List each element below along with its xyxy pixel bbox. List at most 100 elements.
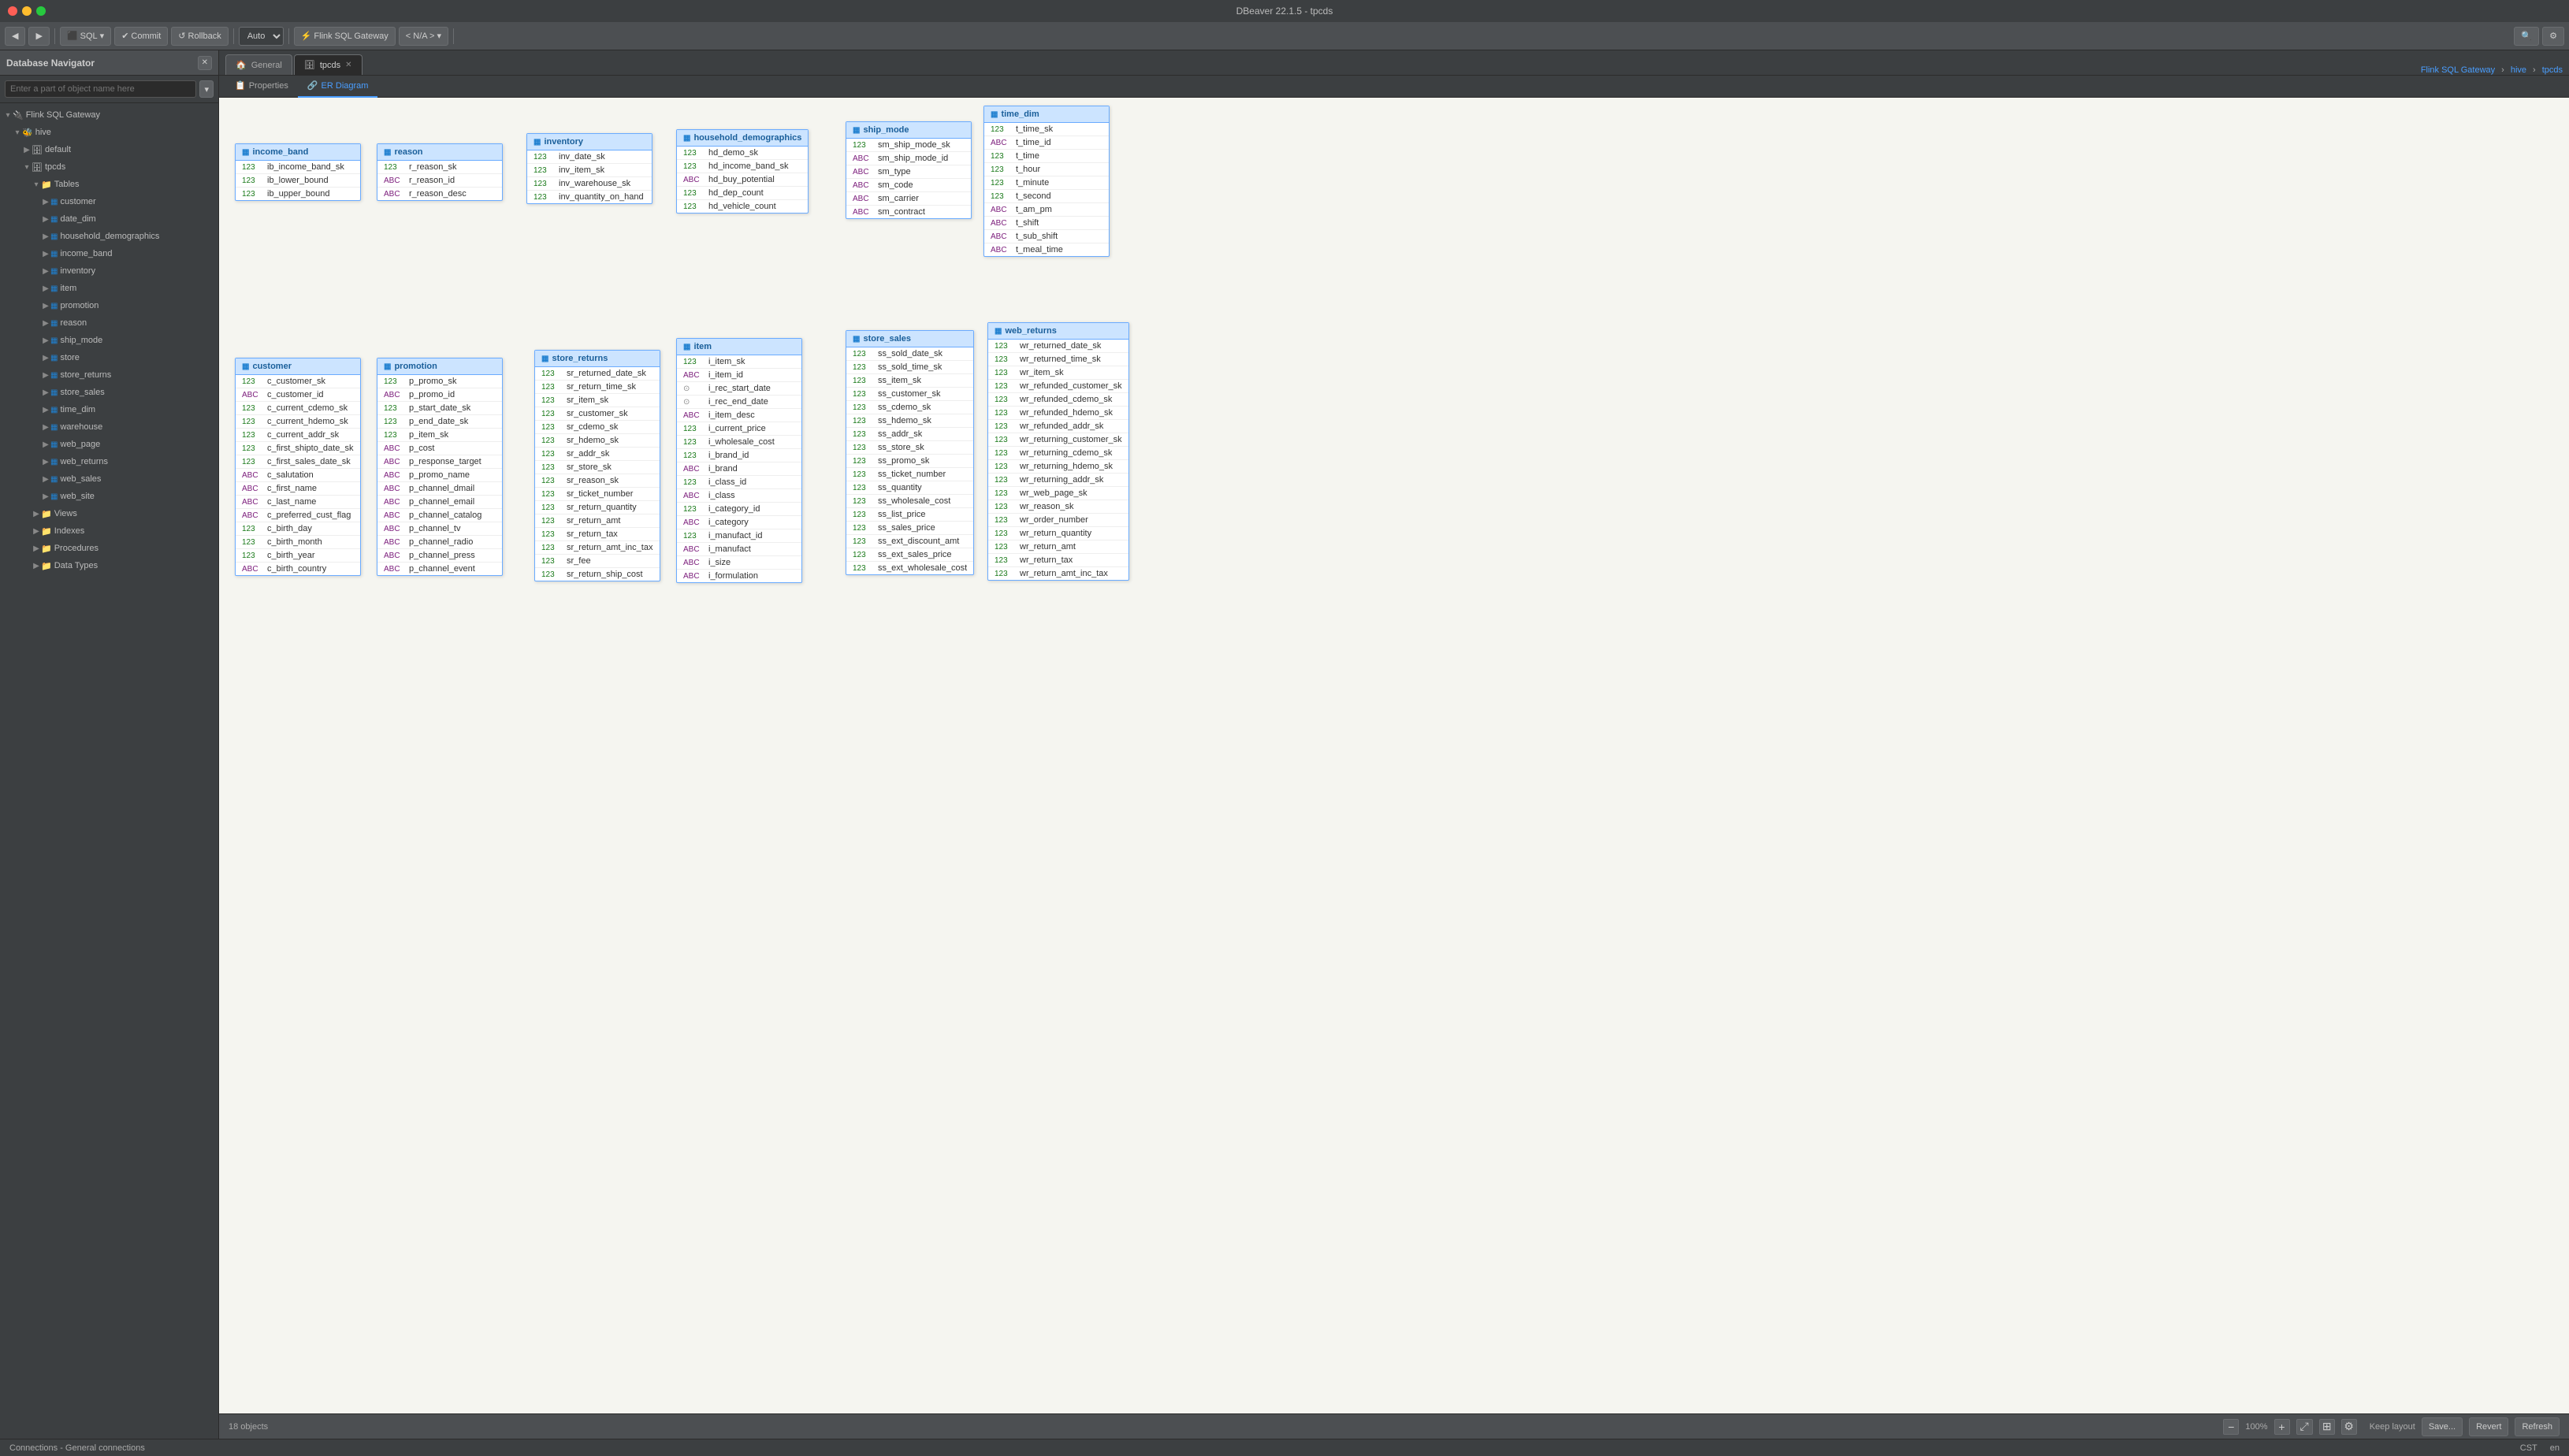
sidebar-item-web_returns[interactable]: ▶▦web_returns: [0, 453, 218, 470]
er-diagram-area[interactable]: ▦ income_band 123 ib_income_band_sk 123 …: [219, 98, 2569, 1413]
tab-general-icon: 🏠: [236, 60, 247, 70]
table-header-icon: ▦: [995, 327, 1002, 336]
lang-label: en: [2550, 1443, 2560, 1453]
col-type-hd_dep_count: 123: [683, 189, 705, 198]
zoom-out-button[interactable]: −: [2223, 1419, 2239, 1435]
sub-tab-er-diagram[interactable]: 🔗 ER Diagram: [298, 76, 378, 98]
er-table-reason[interactable]: ▦ reason 123 r_reason_sk ABC r_reason_id…: [377, 143, 503, 201]
sidebar-item-store_returns[interactable]: ▶▦store_returns: [0, 366, 218, 384]
er-table-income_band[interactable]: ▦ income_band 123 ib_income_band_sk 123 …: [235, 143, 361, 201]
tab-tpcds-close[interactable]: ✕: [345, 61, 351, 69]
breadcrumb-sep1: ›: [2501, 65, 2504, 75]
sidebar-item-store[interactable]: ▶▦store: [0, 349, 218, 366]
col-name-t_minute: t_minute: [1016, 178, 1049, 188]
col-name-sm_type: sm_type: [878, 167, 911, 176]
col-type-t_meal_time: ABC: [991, 246, 1013, 254]
search-input[interactable]: [5, 80, 196, 98]
er-table-store_sales[interactable]: ▦ store_sales 123 ss_sold_date_sk 123 ss…: [846, 330, 974, 575]
tree-item-indexes[interactable]: ▶ 📁 Indexes: [0, 522, 218, 540]
col-type-i_brand_id: 123: [683, 451, 705, 460]
maximize-button[interactable]: [36, 6, 46, 16]
col-name-c_birth_year: c_birth_year: [267, 551, 315, 560]
sidebar-item-item[interactable]: ▶▦item: [0, 280, 218, 297]
tree-item-flink[interactable]: ▾ 🔌 Flink SQL Gateway: [0, 106, 218, 124]
app-title: DBeaver 22.1.5 - tpcds: [1236, 6, 1333, 17]
minimize-button[interactable]: [22, 6, 32, 16]
revert-button[interactable]: Revert: [2469, 1417, 2508, 1436]
sidebar-close-button[interactable]: ✕: [198, 56, 212, 70]
tree-item-datatypes[interactable]: ▶ 📁 Data Types: [0, 557, 218, 574]
sql-button[interactable]: ⬛ SQL ▾: [60, 27, 111, 46]
sidebar-item-income_band[interactable]: ▶▦income_band: [0, 245, 218, 262]
sidebar-item-time_dim[interactable]: ▶▦time_dim: [0, 401, 218, 418]
sidebar-item-web_page[interactable]: ▶▦web_page: [0, 436, 218, 453]
col-type-wr_returning_cdemo_sk: 123: [995, 449, 1017, 458]
search-button[interactable]: 🔍: [2514, 27, 2539, 46]
sidebar-item-web_sales[interactable]: ▶▦web_sales: [0, 470, 218, 488]
er-col-c_birth_country: ABC c_birth_country: [236, 563, 360, 575]
database-icon2: 🗄: [32, 162, 43, 173]
tree-item-tpcds[interactable]: ▾ 🗄 tpcds: [0, 158, 218, 176]
er-table-household_demographics[interactable]: ▦ household_demographics 123 hd_demo_sk …: [676, 129, 809, 214]
col-name-sm_contract: sm_contract: [878, 207, 925, 217]
commit-button[interactable]: ✔ Commit: [114, 27, 168, 46]
sidebar-item-ship_mode[interactable]: ▶▦ship_mode: [0, 332, 218, 349]
col-name-c_preferred_cust_flag: c_preferred_cust_flag: [267, 511, 351, 520]
tree-arrow-tables: ▾: [32, 180, 41, 189]
tree-item-hive[interactable]: ▾ 🐝 hive: [0, 124, 218, 141]
er-table-web_returns[interactable]: ▦ web_returns 123 wr_returned_date_sk 12…: [987, 322, 1129, 581]
col-type-sr_returned_date_sk: 123: [541, 370, 563, 378]
settings-button[interactable]: ⚙: [2542, 27, 2564, 46]
col-type-wr_refunded_cdemo_sk: 123: [995, 396, 1017, 404]
col-name-wr_return_quantity: wr_return_quantity: [1020, 529, 1091, 538]
tab-general[interactable]: 🏠 General: [225, 54, 292, 75]
sidebar-item-household_demographics[interactable]: ▶▦household_demographics: [0, 228, 218, 245]
sidebar-item-promotion[interactable]: ▶▦promotion: [0, 297, 218, 314]
nav-forward-button[interactable]: ▶: [28, 27, 49, 46]
na-select-button[interactable]: < N/A > ▾: [399, 27, 448, 46]
col-name-ss_hdemo_sk: ss_hdemo_sk: [878, 416, 931, 425]
er-table-time_dim[interactable]: ▦ time_dim 123 t_time_sk ABC t_time_id 1…: [983, 106, 1110, 257]
close-button[interactable]: [8, 6, 17, 16]
tabs-bar: 🏠 General 🗄 tpcds ✕ Flink SQL Gateway › …: [219, 50, 2569, 76]
sidebar-item-store_sales[interactable]: ▶▦store_sales: [0, 384, 218, 401]
auto-commit-select[interactable]: Auto: [239, 27, 284, 46]
sidebar-item-warehouse[interactable]: ▶▦warehouse: [0, 418, 218, 436]
tree-item-views[interactable]: ▶ 📁 Views: [0, 505, 218, 522]
nav-back-button[interactable]: ◀: [5, 27, 25, 46]
col-name-c_birth_day: c_birth_day: [267, 524, 312, 533]
sub-tab-properties[interactable]: 📋 Properties: [225, 76, 298, 98]
tree-item-procedures[interactable]: ▶ 📁 Procedures: [0, 540, 218, 557]
er-col-wr_return_tax: 123 wr_return_tax: [988, 554, 1128, 567]
sidebar-item-inventory[interactable]: ▶▦inventory: [0, 262, 218, 280]
refresh-button[interactable]: Refresh: [2515, 1417, 2560, 1436]
er-col-c_first_name: ABC c_first_name: [236, 482, 360, 496]
save-button[interactable]: Save...: [2422, 1417, 2463, 1436]
sidebar-item-web_site[interactable]: ▶▦web_site: [0, 488, 218, 505]
zoom-in-button[interactable]: +: [2274, 1419, 2290, 1435]
col-type-t_am_pm: ABC: [991, 206, 1013, 214]
rollback-button[interactable]: ↺ Rollback: [171, 27, 228, 46]
er-table-customer[interactable]: ▦ customer 123 c_customer_sk ABC c_custo…: [235, 358, 361, 576]
sidebar-item-reason[interactable]: ▶▦reason: [0, 314, 218, 332]
er-table-item[interactable]: ▦ item 123 i_item_sk ABC i_item_id ⊙ i_r…: [676, 338, 802, 583]
flink-gateway-button[interactable]: ⚡ Flink SQL Gateway: [294, 27, 396, 46]
er-table-promotion[interactable]: ▦ promotion 123 p_promo_sk ABC p_promo_i…: [377, 358, 503, 576]
er-table-store_returns[interactable]: ▦ store_returns 123 sr_returned_date_sk …: [534, 350, 660, 581]
col-type-i_current_price: 123: [683, 425, 705, 433]
er-table-ship_mode[interactable]: ▦ ship_mode 123 sm_ship_mode_sk ABC sm_s…: [846, 121, 972, 219]
tab-tpcds[interactable]: 🗄 tpcds ✕: [294, 54, 362, 75]
tree-item-tables[interactable]: ▾ 📁 Tables: [0, 176, 218, 193]
sidebar-item-customer[interactable]: ▶▦customer: [0, 193, 218, 210]
sidebar-item-date_dim[interactable]: ▶▦date_dim: [0, 210, 218, 228]
layout-grid-button[interactable]: ⊞: [2319, 1419, 2335, 1435]
tree-item-default[interactable]: ▶ 🗄 default: [0, 141, 218, 158]
layout-options-button[interactable]: ⚙: [2341, 1419, 2357, 1435]
zoom-fit-button[interactable]: ⤢: [2296, 1419, 2313, 1435]
col-type-ss_hdemo_sk: 123: [853, 417, 875, 425]
col-type-sr_reason_sk: 123: [541, 477, 563, 485]
search-filter-button[interactable]: ▾: [199, 80, 214, 98]
er-table-name-time_dim: time_dim: [1001, 110, 1039, 119]
er-table-inventory[interactable]: ▦ inventory 123 inv_date_sk 123 inv_item…: [526, 133, 652, 204]
er-col-p_channel_catalog: ABC p_channel_catalog: [377, 509, 502, 522]
